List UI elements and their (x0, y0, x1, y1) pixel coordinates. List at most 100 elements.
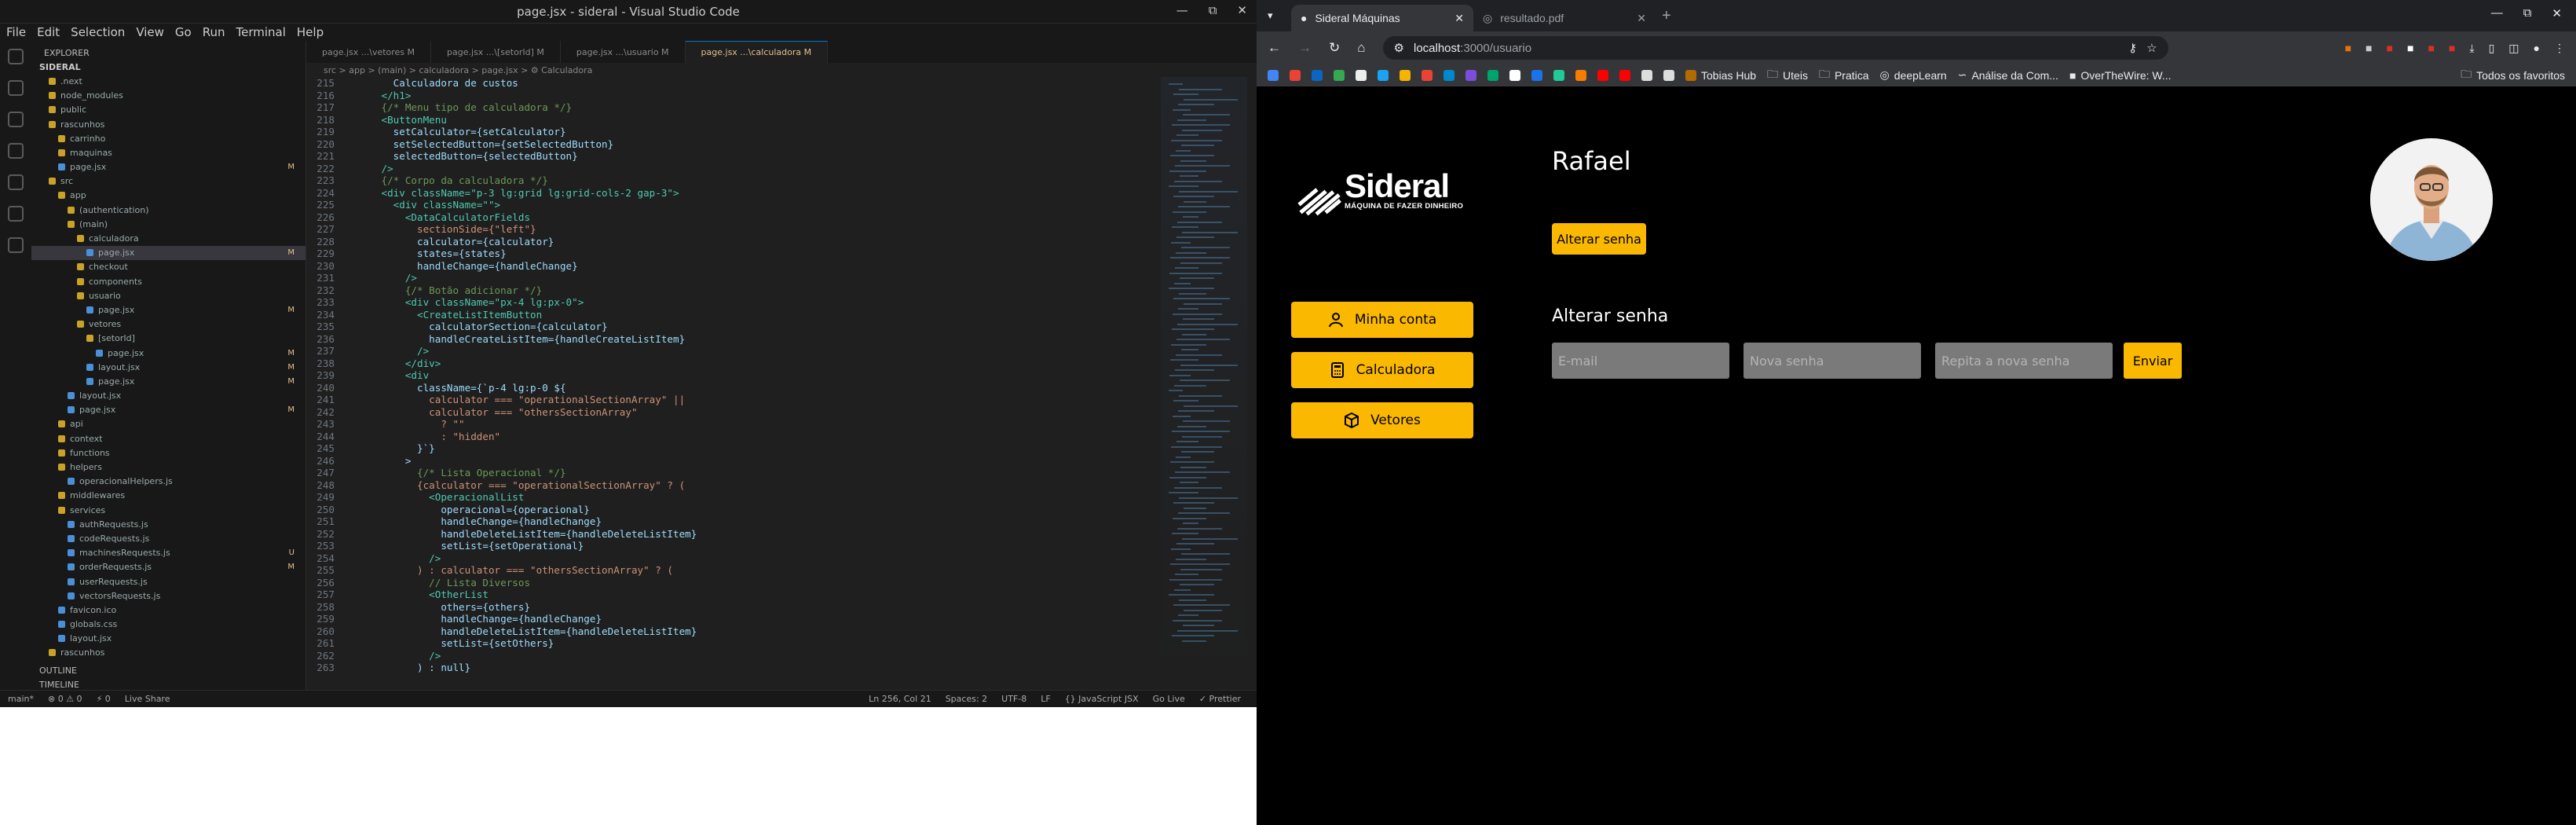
explorer-file[interactable]: orderRequests.js M (31, 560, 306, 574)
sidepanel-icon[interactable]: ◫ (2508, 42, 2519, 55)
code-line[interactable]: 243 ? "" (306, 418, 1154, 431)
code-line[interactable]: 263 ) : null} (306, 662, 1154, 674)
status-problems[interactable]: ⊗ 0 ⚠ 0 (48, 694, 82, 704)
explorer-folder[interactable]: calculadora (31, 231, 306, 245)
sideral-logo[interactable]: Sideral MÁQUINA DE FAZER DINHEIRO (1297, 168, 1463, 216)
code-line[interactable]: 242 calculator === "othersSectionArray" (306, 406, 1154, 419)
code-line[interactable]: 218 <ButtonMenu (306, 114, 1154, 126)
code-line[interactable]: 241 calculator === "operationalSectionAr… (306, 394, 1154, 406)
menu-selection[interactable]: Selection (71, 25, 125, 39)
explorer-file[interactable]: userRequests.js (31, 574, 306, 588)
nav-minha-conta-button[interactable]: Minha conta (1291, 302, 1473, 338)
explorer-folder[interactable]: maquinas (31, 145, 306, 160)
bookmark-icon[interactable] (1509, 69, 1520, 81)
explorer-file[interactable]: page.jsx M (31, 160, 306, 174)
status-prettier[interactable]: ✓ Prettier (1199, 694, 1241, 704)
bookmark-icon[interactable] (1400, 69, 1411, 81)
explorer-folder[interactable]: checkout (31, 260, 306, 274)
explorer-file[interactable]: layout.jsx (31, 389, 306, 403)
explorer-folder[interactable]: vetores (31, 317, 306, 332)
close-tab-icon[interactable]: ✕ (1454, 12, 1464, 25)
status-spaces[interactable]: Spaces: 2 (946, 694, 987, 704)
explorer-folder[interactable]: public (31, 103, 306, 117)
status-cursor[interactable]: Ln 256, Col 21 (869, 694, 931, 704)
code-line[interactable]: 236 handleCreateListItem={handleCreateLi… (306, 333, 1154, 346)
explorer-folder[interactable]: (main) (31, 217, 306, 231)
tab-search-icon[interactable]: ▾ (1268, 9, 1273, 22)
extensions-icon[interactable] (8, 174, 24, 190)
code-line[interactable]: 253 setList={setOperational} (306, 540, 1154, 552)
telegram-icon[interactable] (1444, 69, 1454, 81)
explorer-file[interactable]: authRequests.js (31, 517, 306, 531)
submit-button[interactable]: Enviar (2124, 343, 2182, 379)
explorer-root[interactable]: SIDERAL (31, 60, 306, 74)
code-line[interactable]: 221 selectedButton={selectedButton} (306, 150, 1154, 163)
code-line[interactable]: 223 {/* Corpo da calculadora */} (306, 174, 1154, 187)
explorer-file[interactable]: globals.css (31, 618, 306, 632)
explorer-folder[interactable]: context (31, 431, 306, 446)
code-line[interactable]: 234 <CreateListItemButton (306, 309, 1154, 321)
code-line[interactable]: 220 setSelectedButton={setSelectedButton… (306, 138, 1154, 151)
linkedin-icon[interactable] (1312, 69, 1323, 81)
tab-calculadora-page[interactable]: page.jsx ...\calculadora M (685, 41, 829, 63)
youtube-icon[interactable] (1597, 69, 1608, 81)
code-line[interactable]: 229 states={states} (306, 248, 1154, 260)
extension-icon[interactable]: ■ (2387, 42, 2393, 55)
status-branch[interactable]: main* (8, 694, 34, 704)
close-icon[interactable]: ✕ (1237, 3, 1247, 17)
code-line[interactable]: 244 : "hidden" (306, 431, 1154, 443)
tab-usuario-page[interactable]: page.jsx ...\usuario M (561, 41, 686, 63)
nav-calculadora-button[interactable]: Calculadora (1291, 352, 1473, 388)
timeline-section[interactable]: TIMELINE (31, 677, 306, 690)
explorer-file[interactable]: vectorsRequests.js (31, 588, 306, 603)
code-line[interactable]: 231 /> (306, 272, 1154, 284)
explorer-folder[interactable]: api (31, 417, 306, 431)
bookmark-overthewire[interactable]: ■ OverTheWire: W... (2069, 69, 2172, 82)
explorer-folder[interactable]: .next (31, 74, 306, 88)
explorer-folder[interactable]: node_modules (31, 89, 306, 103)
bookmark-folder-pratica[interactable]: 🗀 Pratica (1819, 66, 1869, 85)
code-line[interactable]: 217 {/* Menu tipo de calculadora */} (306, 101, 1154, 114)
code-line[interactable]: 255 ) : calculator === "othersSectionArr… (306, 564, 1154, 577)
menu-view[interactable]: View (136, 25, 164, 39)
explorer-folder[interactable]: rascunhos (31, 646, 306, 660)
back-icon[interactable]: ← (1268, 40, 1281, 56)
code-line[interactable]: 225 <div className=""> (306, 199, 1154, 211)
code-line[interactable]: 232 {/* Botão adicionar */} (306, 284, 1154, 297)
repeat-password-field[interactable] (1935, 343, 2113, 379)
close-icon[interactable]: ✕ (2552, 6, 2562, 20)
browser-tab-pdf[interactable]: ◎ resultado.pdf ✕ (1473, 5, 1656, 31)
code-line[interactable]: 248 {calculator === "operationalSectionA… (306, 479, 1154, 492)
status-ports[interactable]: ⚡ 0 (97, 694, 111, 704)
extension-icon[interactable]: ■ (2407, 42, 2413, 55)
reload-icon[interactable]: ↻ (1329, 40, 1340, 56)
bookmark-icon[interactable] (1641, 69, 1652, 81)
extension-icon[interactable]: ■ (2345, 42, 2351, 55)
bookmark-icon[interactable] (1663, 69, 1674, 81)
address-bar[interactable]: ⚙ localhost:3000/usuario ⚷ ☆ (1382, 36, 2168, 60)
code-line[interactable]: 259 handleChange={handleChange} (306, 613, 1154, 625)
explorer-folder[interactable]: services (31, 503, 306, 517)
explorer-icon[interactable] (8, 49, 24, 64)
tab-setorid-page[interactable]: page.jsx ...\[setorId] M (431, 41, 561, 63)
bookmark-icon[interactable] (1553, 69, 1564, 81)
run-debug-icon[interactable] (8, 143, 24, 159)
code-line[interactable]: 230 handleChange={handleChange} (306, 260, 1154, 273)
code-line[interactable]: 247 {/* Lista Operacional */} (306, 467, 1154, 479)
status-eol[interactable]: LF (1041, 694, 1050, 704)
outline-section[interactable]: OUTLINE (31, 663, 306, 677)
github-icon[interactable] (1356, 69, 1367, 81)
restore-icon[interactable]: ⧉ (1209, 3, 1217, 17)
new-tab-icon[interactable]: + (1662, 7, 1671, 25)
status-live-share[interactable]: Live Share (125, 694, 170, 704)
forward-icon[interactable]: → (1298, 40, 1312, 56)
puzzle-icon[interactable]: ▯ (2489, 42, 2495, 55)
minimize-icon[interactable]: — (2491, 6, 2503, 20)
code-line[interactable]: 222 /> (306, 163, 1154, 175)
code-line[interactable]: 260 handleDeleteListItem={handleDeleteLi… (306, 625, 1154, 638)
code-line[interactable]: 228 calculator={calculator} (306, 236, 1154, 248)
code-line[interactable]: 246 > (306, 455, 1154, 468)
extension-icon[interactable]: ■ (2366, 42, 2372, 55)
explorer-folder[interactable]: middlewares (31, 489, 306, 503)
code-editor[interactable]: 215 Calculadora de custos 216 </h1> 217 {/… (306, 77, 1154, 690)
